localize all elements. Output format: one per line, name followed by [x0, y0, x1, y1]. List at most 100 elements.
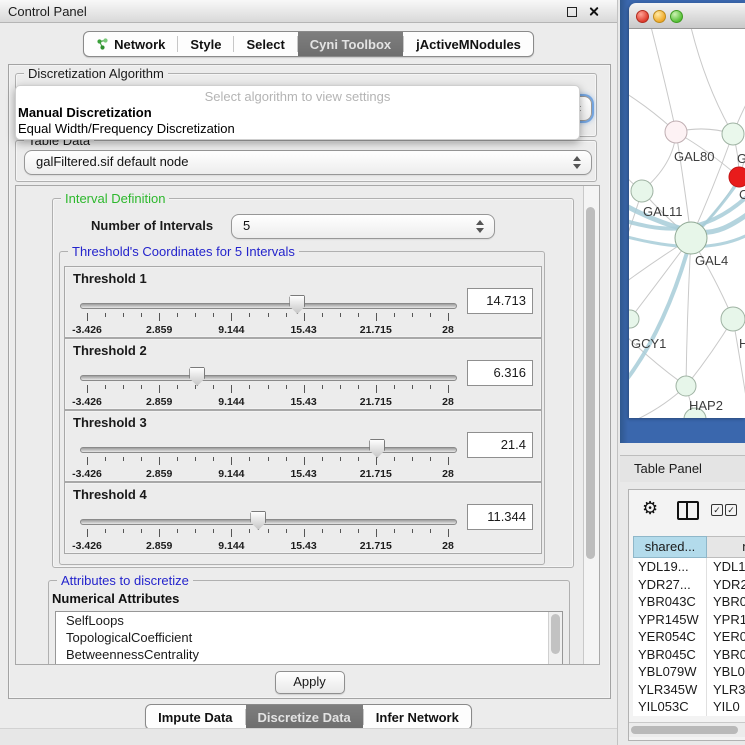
tab-network[interactable]: Network [84, 32, 177, 56]
dropdown-option-equal-width-frequency[interactable]: Equal Width/Frequency Discretization [18, 121, 235, 136]
tab-cyni-toolbox[interactable]: Cyni Toolbox [298, 32, 403, 56]
table-cell-name[interactable]: YER0 [707, 628, 745, 646]
dropdown-placeholder-option[interactable]: Select algorithm to view settings [16, 89, 579, 104]
network-canvas[interactable]: GAL80GACGAL11GAL4GCY1HHAP2 [629, 29, 745, 418]
table-row[interactable]: YDR27...YDR2 [633, 576, 745, 594]
table-cell-name[interactable]: YBL0 [707, 663, 745, 681]
table-row[interactable]: YBL079WYBL0 [633, 663, 745, 681]
scale-label: 9.144 [218, 396, 244, 408]
apply-button[interactable]: Apply [275, 671, 345, 694]
column-header-name[interactable]: na [707, 536, 745, 558]
network-node[interactable] [629, 310, 639, 328]
network-node-label: GCY1 [631, 336, 666, 351]
column-header-shared-name[interactable]: shared... [633, 536, 707, 558]
slider-track[interactable] [80, 519, 457, 525]
network-canvas-svg[interactable]: GAL80GACGAL11GAL4GCY1HHAP2 [629, 29, 745, 418]
threshold-value-field[interactable]: 14.713 [467, 288, 533, 314]
table-row[interactable]: YER054CYER0 [633, 628, 745, 646]
network-node[interactable] [722, 123, 744, 145]
table-row[interactable]: YDL19...YDL1 [633, 558, 745, 576]
network-node[interactable] [721, 307, 745, 331]
table-row[interactable]: YIL053CYIL0 [633, 698, 745, 716]
network-node[interactable] [665, 121, 687, 143]
network-edge[interactable] [733, 319, 745, 418]
tab-select[interactable]: Select [234, 32, 296, 56]
table-cell-name[interactable]: YBR0 [707, 646, 745, 664]
slider-thumb[interactable] [189, 367, 205, 386]
threshold-value-field[interactable]: 11.344 [467, 504, 533, 530]
network-node[interactable] [676, 376, 696, 396]
table-cell-shared-name[interactable]: YBR043C [633, 593, 707, 611]
table-row[interactable]: YBR043CYBR0 [633, 593, 745, 611]
slider-scale-labels: -3.4262.8599.14415.4321.71528 [87, 396, 448, 408]
table-cell-shared-name[interactable]: YDL19... [633, 558, 707, 576]
vertical-scrollbar[interactable] [583, 186, 599, 664]
attributes-list-scrollbar[interactable] [548, 612, 562, 664]
slider-thumb[interactable] [369, 439, 385, 458]
horizontal-scrollbar[interactable] [629, 722, 745, 737]
table-cell-name[interactable]: YLR3 [707, 681, 745, 699]
slider-track[interactable] [80, 375, 457, 381]
table-cell-name[interactable]: YPR1 [707, 611, 745, 629]
list-item[interactable]: BetweennessCentrality [56, 646, 562, 663]
threshold-slider[interactable]: -3.4262.8599.14415.4321.71528 [80, 365, 455, 405]
list-item[interactable]: TopologicalCoefficient [56, 629, 562, 646]
network-edge[interactable] [689, 29, 733, 134]
slider-track[interactable] [80, 303, 457, 309]
cyni-toolbox-panel: Discretization Algorithm Select algorith… [8, 64, 611, 699]
table-row[interactable]: YPR145WYPR1 [633, 611, 745, 629]
table-cell-shared-name[interactable]: YIL053C [633, 698, 707, 716]
table-data-combobox[interactable]: galFiltered.sif default node [24, 150, 592, 175]
checkbox-icon[interactable]: ✓ [725, 504, 737, 516]
table-cell-shared-name[interactable]: YPR145W [633, 611, 707, 629]
table-row[interactable]: YLR345WYLR3 [633, 681, 745, 699]
network-node[interactable] [631, 180, 653, 202]
gear-icon[interactable]: ⚙ [642, 499, 658, 517]
table-cell-name[interactable]: YDR2 [707, 576, 745, 594]
list-item[interactable]: SelfLoops [56, 612, 562, 629]
threshold-slider[interactable]: -3.4262.8599.14415.4321.71528 [80, 293, 455, 333]
split-columns-icon[interactable] [677, 501, 699, 520]
table-cell-shared-name[interactable]: YBR045C [633, 646, 707, 664]
network-node[interactable] [675, 222, 707, 254]
threshold-value-field[interactable]: 6.316 [467, 360, 533, 386]
numerical-attributes-list[interactable]: SelfLoopsTopologicalCoefficientBetweenne… [55, 611, 563, 665]
slider-thumb[interactable] [250, 511, 266, 530]
slider-track[interactable] [80, 447, 457, 453]
tab-jactivemnodules[interactable]: jActiveMNodules [404, 32, 533, 56]
threshold-value-field[interactable]: 21.4 [467, 432, 533, 458]
close-traffic-light-icon[interactable] [636, 10, 649, 23]
table-cell-name[interactable]: YBR0 [707, 593, 745, 611]
table-row[interactable]: YBR045CYBR0 [633, 646, 745, 664]
table-cell-shared-name[interactable]: YBL079W [633, 663, 707, 681]
tab-discretize-data[interactable]: Discretize Data [246, 705, 363, 729]
number-of-intervals-combobox[interactable]: 5 [231, 214, 495, 239]
threshold-slider[interactable]: -3.4262.8599.14415.4321.71528 [80, 509, 455, 549]
scrollbar-thumb[interactable] [551, 614, 560, 654]
table-cell-shared-name[interactable]: YDR27... [633, 576, 707, 594]
scrollbar-thumb[interactable] [586, 207, 595, 559]
float-window-icon[interactable] [567, 7, 577, 17]
zoom-traffic-light-icon[interactable] [670, 10, 683, 23]
minimize-traffic-light-icon[interactable] [653, 10, 666, 23]
table-cell-name[interactable]: YIL0 [707, 698, 745, 716]
network-edge[interactable] [649, 29, 676, 132]
checkbox-icon[interactable]: ✓ [711, 504, 723, 516]
table-cell-shared-name[interactable]: YLR345W [633, 681, 707, 699]
scrollbar-thumb[interactable] [631, 726, 738, 734]
dropdown-option-manual-discretization[interactable]: Manual Discretization [18, 105, 152, 120]
slider-ticks [87, 385, 448, 394]
table-cell-name[interactable]: YDL1 [707, 558, 745, 576]
network-node[interactable] [729, 167, 745, 187]
table-cell-shared-name[interactable]: YER054C [633, 628, 707, 646]
tab-style[interactable]: Style [178, 32, 233, 56]
scale-label: 28 [442, 468, 454, 480]
slider-thumb[interactable] [289, 295, 305, 314]
network-edge[interactable] [686, 238, 691, 386]
close-icon[interactable] [588, 6, 599, 17]
tab-impute-data[interactable]: Impute Data [146, 705, 244, 729]
combobox-arrows-icon [476, 219, 485, 234]
thresholds-group-title: Threshold's Coordinates for 5 Intervals [68, 244, 299, 259]
tab-infer-network[interactable]: Infer Network [364, 705, 471, 729]
threshold-slider[interactable]: -3.4262.8599.14415.4321.71528 [80, 437, 455, 477]
